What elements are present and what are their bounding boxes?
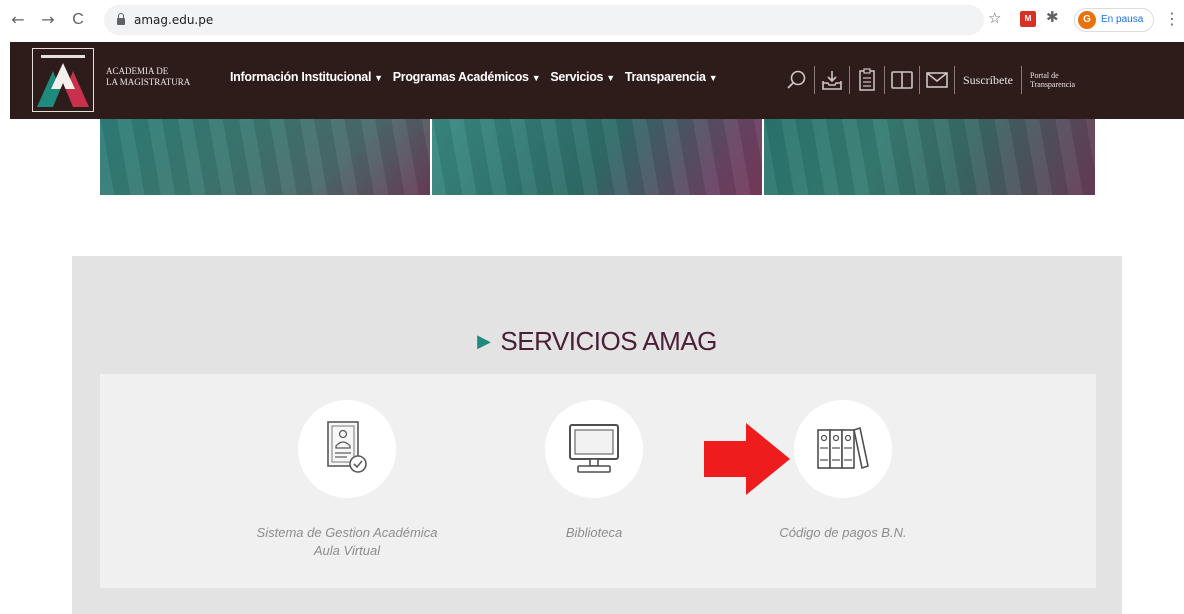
service-label[interactable]: Sistema de Gestion Académica Aula Virtua…	[247, 524, 447, 560]
book-icon[interactable]	[885, 64, 919, 96]
service-biblioteca[interactable]: Biblioteca	[494, 400, 694, 542]
avatar: G	[1078, 11, 1096, 29]
service-gestion-academica[interactable]: Sistema de Gestion Académica Aula Virtua…	[247, 400, 447, 560]
forward-icon[interactable]: →	[38, 10, 58, 30]
service-icon-circle[interactable]	[794, 400, 892, 498]
nav-informacion-institucional[interactable]: Información Institucional ▼	[230, 70, 383, 84]
logo-text: ACADEMIA DE LA MAGISTRATURA	[106, 66, 191, 87]
services-panel: Sistema de Gestion Académica Aula Virtua…	[100, 374, 1096, 588]
banner-image	[100, 119, 430, 195]
service-label[interactable]: Biblioteca	[494, 524, 694, 542]
site-header: ACADEMIA DE LA MAGISTRATURA Información …	[10, 42, 1184, 119]
caret-down-icon: ▼	[374, 73, 383, 83]
caret-down-icon: ▼	[708, 73, 718, 83]
certificate-icon	[327, 421, 367, 473]
bookmark-star-icon[interactable]: ☆	[988, 9, 1001, 27]
transparency-portal-link[interactable]: Portal de Transparencia	[1022, 71, 1075, 89]
amag-logo[interactable]	[32, 48, 94, 112]
services-title: ▶ SERVICIOS AMAG	[477, 326, 717, 356]
profile-button[interactable]: G En pausa	[1074, 8, 1154, 32]
banner-image	[432, 119, 762, 195]
header-tools: Suscríbete Portal de Transparencia	[780, 64, 1075, 96]
service-label[interactable]: Código de pagos B.N.	[743, 524, 943, 542]
red-arrow-icon	[704, 423, 790, 495]
back-icon[interactable]: ←	[8, 10, 28, 30]
extensions-puzzle-icon[interactable]: ✱	[1046, 8, 1059, 26]
search-icon[interactable]	[780, 64, 814, 96]
triangle-marker-icon: ▶	[477, 331, 491, 351]
subscribe-link[interactable]: Suscríbete	[955, 73, 1021, 88]
inbox-download-icon[interactable]	[815, 64, 849, 96]
mail-icon[interactable]	[920, 64, 954, 96]
reload-icon[interactable]: C	[68, 10, 88, 30]
browser-menu-icon[interactable]: ⋮	[1164, 9, 1180, 28]
extension-icon[interactable]: M	[1020, 11, 1036, 27]
nav-servicios[interactable]: Servicios ▼	[550, 70, 615, 84]
nav-programas-academicos[interactable]: Programas Académicos ▼	[393, 70, 541, 84]
services-section: ▶ SERVICIOS AMAG Sistema de Gestion Acadé…	[72, 256, 1122, 614]
binders-icon	[817, 426, 869, 470]
clipboard-icon[interactable]	[850, 64, 884, 96]
nav-transparencia[interactable]: Transparencia ▼	[625, 70, 718, 84]
service-icon-circle[interactable]	[545, 400, 643, 498]
address-bar[interactable]: amag.edu.pe	[104, 5, 984, 35]
computer-monitor-icon	[569, 424, 619, 473]
lock-icon	[116, 13, 126, 25]
profile-status-label: En pausa	[1101, 14, 1144, 25]
banner-image	[764, 119, 1095, 195]
main-nav: Información Institucional ▼ Programas Aca…	[230, 70, 718, 84]
caret-down-icon: ▼	[531, 73, 541, 83]
browser-toolbar: ← → C amag.edu.pe ☆ M ✱ G En pausa ⋮	[0, 0, 1184, 42]
service-icon-circle[interactable]	[298, 400, 396, 498]
url-text: amag.edu.pe	[134, 13, 214, 27]
caret-down-icon: ▼	[606, 73, 615, 83]
